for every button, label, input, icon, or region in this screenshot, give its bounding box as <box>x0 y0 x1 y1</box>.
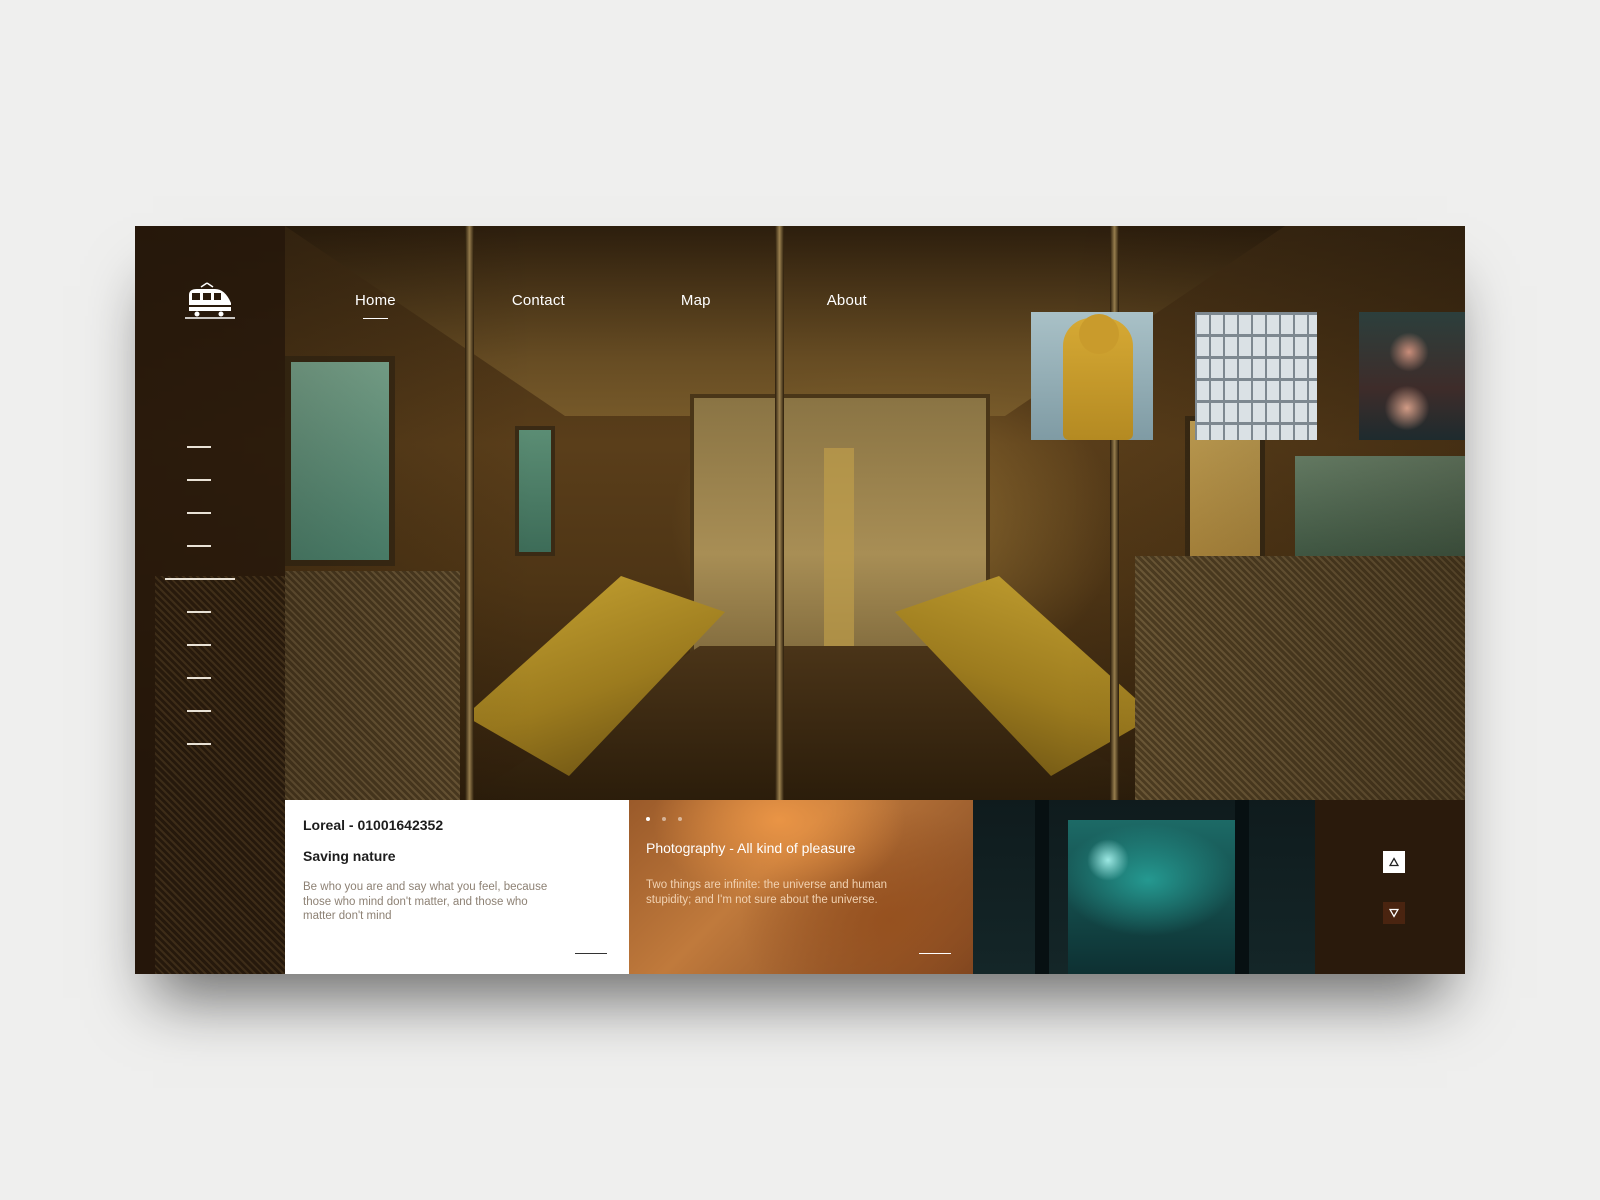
card-saving-nature[interactable]: Loreal - 01001642352 Saving nature Be wh… <box>285 800 629 974</box>
scroll-down-button[interactable] <box>1383 902 1405 924</box>
card-more-line[interactable] <box>919 953 951 954</box>
scroll-mark[interactable] <box>187 710 211 712</box>
card-more-line[interactable] <box>575 953 607 954</box>
triangle-up-icon <box>1389 857 1399 867</box>
sidebar <box>135 226 285 974</box>
nav-item-about[interactable]: About <box>827 292 867 309</box>
scroll-mark[interactable] <box>187 545 211 547</box>
nav-item-contact[interactable]: Contact <box>512 292 565 309</box>
card-body: Two things are infinite: the universe an… <box>646 879 888 906</box>
scroll-up-button[interactable] <box>1383 851 1405 873</box>
photo-teal-scene <box>1068 820 1238 974</box>
scroll-mark[interactable] <box>187 644 211 646</box>
card-image-industrial[interactable] <box>973 800 1315 974</box>
carousel-dot-active[interactable] <box>646 817 650 821</box>
card-subtitle: Saving nature <box>303 848 396 864</box>
thumbnail-yellow-jacket[interactable] <box>1031 312 1153 440</box>
main-nav: Home Contact Map About <box>355 292 983 319</box>
scroll-mark-active[interactable] <box>165 578 235 580</box>
scroll-mark[interactable] <box>187 677 211 679</box>
carousel-dots <box>646 817 694 821</box>
scroll-mark[interactable] <box>187 446 211 448</box>
card-body: Be who you are and say what you feel, be… <box>303 881 548 922</box>
scroll-mark[interactable] <box>187 743 211 745</box>
thumbnail-building[interactable] <box>1195 312 1317 440</box>
scroll-mark[interactable] <box>187 611 211 613</box>
card-title: Photography - All kind of pleasure <box>646 840 856 856</box>
card-photography[interactable]: Photography - All kind of pleasure Two t… <box>629 800 973 974</box>
nav-item-map[interactable]: Map <box>681 292 711 309</box>
triangle-down-icon <box>1389 908 1399 918</box>
sidebar-texture <box>155 576 285 974</box>
carousel-dot[interactable] <box>662 817 666 821</box>
card-title: Loreal - 01001642352 <box>303 817 444 833</box>
nav-item-home[interactable]: Home <box>355 292 396 319</box>
scroll-mark[interactable] <box>187 479 211 481</box>
scroll-mark[interactable] <box>187 512 211 514</box>
thumbnail-portrait[interactable] <box>1359 312 1465 440</box>
train-icon[interactable] <box>185 281 235 321</box>
carousel-dot[interactable] <box>678 817 682 821</box>
app-window: Home Contact Map About Loreal - 01001642… <box>135 226 1465 974</box>
